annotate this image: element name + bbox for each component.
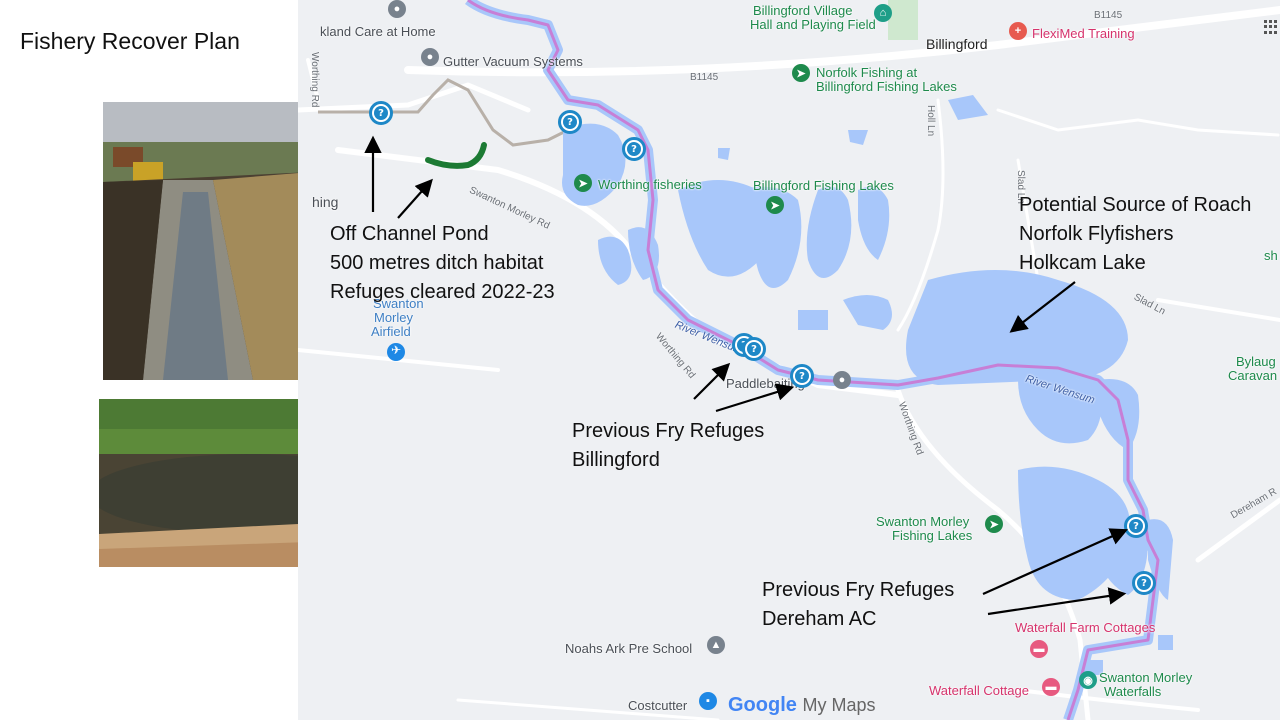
village-hall-label-2: Hall and Playing Field [750,17,876,32]
bylaug-label-2: Caravan [1228,368,1278,383]
cart-icon[interactable]: ▪ [699,692,717,710]
airfield-label-2: Morley [374,310,414,325]
swanton-lakes-label-1: Swanton Morley [876,514,970,529]
annotation-line: Refuges cleared 2022-23 [330,281,555,303]
annotation-line: Dereham AC [762,608,877,630]
marker-question-icon[interactable]: ? [1124,514,1148,538]
annotation-line: Previous Fry Refuges [572,420,765,442]
marker-question-icon[interactable]: ? [622,137,646,161]
hing-label: hing [312,194,339,210]
marker-question-icon[interactable]: ? [742,337,766,361]
my-maps-text: My Maps [802,695,876,715]
paddle-pin-icon[interactable]: ● [833,371,851,389]
waterfall-farm-label: Waterfall Farm Cottages [1015,620,1156,635]
annotation-line: Potential Source of Roach [1019,194,1252,216]
top-pin-icon[interactable]: ● [388,0,406,18]
airfield-label-3: Airfield [371,324,411,339]
annotation-line: Off Channel Pond [330,223,489,245]
off-channel-annotation: Off Channel Pond 500 metres ditch habita… [330,220,555,307]
marker-question-icon[interactable]: ? [558,110,582,134]
dereham-refuges-annotation: Previous Fry Refuges Dereham AC [762,576,954,634]
waterfalls-label-2: Waterfalls [1104,684,1162,699]
waterfall-cottage-icon[interactable]: ▬ [1042,678,1060,696]
annotation-line: 500 metres ditch habitat [330,252,544,274]
worthing-fisheries-label: Worthing fisheries [598,177,702,192]
waterfalls-camera-icon[interactable]: ◉ [1079,671,1097,689]
care-home-label: kland Care at Home [320,24,436,39]
billingford-lakes-icon[interactable]: ➤ [766,196,784,214]
holl-ln-label: Holl Ln [925,105,936,137]
village-hall-label-1: Billingford Village [753,3,853,18]
bylaug-label-1: Bylaug [1236,354,1276,369]
apps-grid-icon[interactable] [1264,20,1278,34]
norfolk-fishing-icon[interactable]: ➤ [792,64,810,82]
billingford-label: Billingford [926,36,988,52]
waterfall-farm-icon[interactable]: ▬ [1030,640,1048,658]
village-hall-icon[interactable]: ⌂ [874,4,892,22]
noahs-label: Noahs Ark Pre School [565,641,693,656]
annotation-line: Billingford [572,449,660,471]
google-my-maps-logo: Google My Maps [728,694,875,717]
annotation-line: Norfolk Flyfishers [1019,223,1174,245]
ditch-photo [103,102,311,380]
billingford-refuges-annotation: Previous Fry Refuges Billingford [572,417,764,475]
norfolk-fishing-label-1: Norfolk Fishing at [816,65,918,80]
sh-label: sh [1264,248,1278,263]
fleximed-pin-icon[interactable]: + [1009,22,1027,40]
annotation-line: Holkcam Lake [1019,252,1146,274]
swanton-lakes-label-2: Fishing Lakes [892,528,973,543]
norfolk-fishing-label-2: Billingford Fishing Lakes [816,79,957,94]
roach-annotation: Potential Source of Roach Norfolk Flyfis… [1019,191,1251,278]
slide-title: Fishery Recover Plan [20,28,240,54]
waterfall-cottage-label: Waterfall Cottage [929,683,1029,698]
google-logo: Google [728,694,797,716]
gutter-pin-icon[interactable]: ● [421,48,439,66]
worthing-rd-label-1: Worthing Rd [309,52,320,108]
fleximed-label: FlexiMed Training [1032,26,1135,41]
waterfalls-label-1: Swanton Morley [1099,670,1193,685]
b1145-top-label: B1145 [1094,10,1123,21]
swanton-lakes-icon[interactable]: ➤ [985,515,1003,533]
marker-question-icon[interactable]: ? [1132,571,1156,595]
marker-question-icon[interactable]: ? [369,101,393,125]
costcutter-label: Costcutter [628,698,688,713]
annotation-line: Previous Fry Refuges [762,579,955,601]
gutter-label: Gutter Vacuum Systems [443,54,583,69]
airplane-icon[interactable]: ✈ [389,343,403,359]
billingford-lakes-label: Billingford Fishing Lakes [753,178,894,193]
b1145-mid-label: B1145 [690,72,719,83]
school-icon[interactable]: ▲ [707,636,725,654]
worthing-fisheries-icon[interactable]: ➤ [574,174,592,192]
marker-question-icon[interactable]: ? [790,364,814,388]
